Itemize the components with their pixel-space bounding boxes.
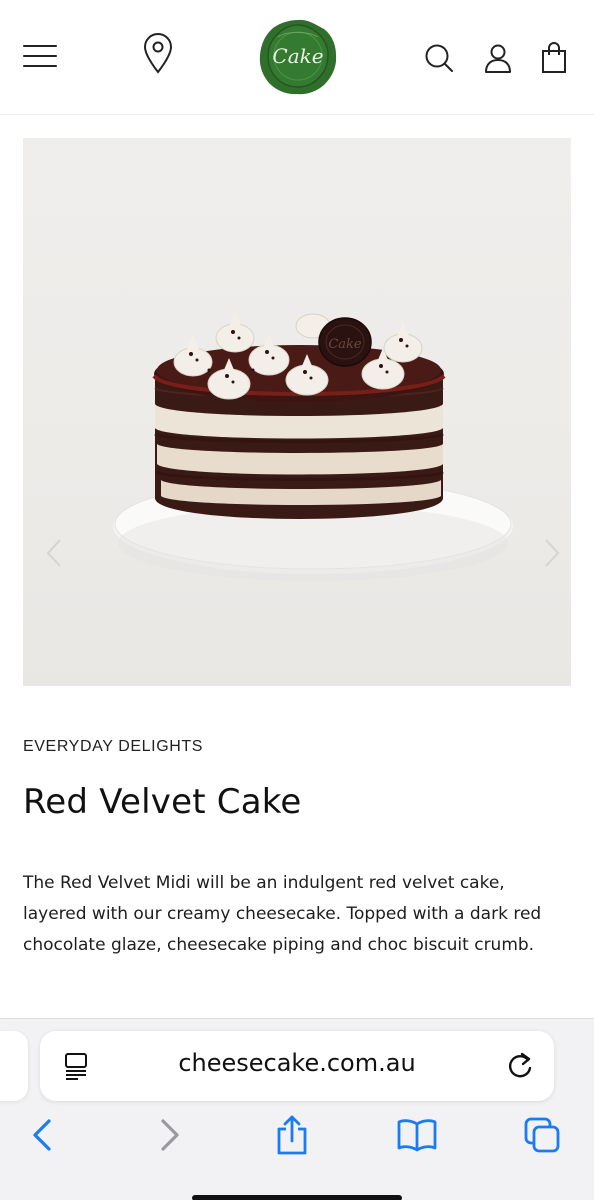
svg-text:Cake: Cake (328, 337, 362, 352)
search-icon (424, 43, 454, 76)
product-description: The Red Velvet Midi will be an indulgent… (23, 873, 542, 955)
svg-text:Cake: Cake (272, 44, 323, 68)
address-bar[interactable]: cheesecake.com.au (40, 1031, 554, 1101)
reload-button[interactable] (502, 1049, 538, 1085)
forward-button[interactable] (146, 1115, 194, 1159)
map-pin-icon (142, 32, 174, 77)
product-title: Red Velvet Cake (23, 782, 302, 822)
back-chevron-icon (31, 1118, 53, 1156)
product-category: EVERYDAY DELIGHTS (23, 738, 204, 755)
browser-chrome: cheesecake.com.au (0, 1018, 594, 1200)
account-button[interactable] (477, 38, 519, 80)
site-header: Cake (0, 0, 594, 115)
shopping-bag-button[interactable] (533, 38, 575, 80)
share-icon (275, 1115, 309, 1159)
carousel-prev-button[interactable] (45, 538, 75, 588)
reader-mode-button[interactable] (58, 1051, 94, 1085)
bookmarks-book-icon (396, 1118, 438, 1156)
forward-chevron-icon (159, 1118, 181, 1156)
reload-icon (506, 1050, 534, 1084)
product-image-carousel[interactable]: Cake (23, 138, 571, 686)
user-icon (484, 43, 512, 76)
store-locator-button[interactable] (137, 30, 179, 78)
reader-mode-icon (62, 1052, 90, 1084)
carousel-next-button[interactable] (543, 538, 571, 588)
previous-tab-preview[interactable] (0, 1031, 28, 1101)
hamburger-menu-icon (22, 42, 58, 73)
red-velvet-cake-photo: Cake (113, 312, 513, 581)
home-indicator (192, 1195, 402, 1200)
tabs-icon (523, 1116, 561, 1158)
search-button[interactable] (418, 38, 460, 80)
share-button[interactable] (268, 1115, 316, 1159)
brand-logo[interactable]: Cake (256, 17, 340, 97)
bookmarks-button[interactable] (393, 1115, 441, 1159)
menu-button[interactable] (18, 37, 62, 77)
tabs-button[interactable] (518, 1115, 566, 1159)
back-button[interactable] (18, 1115, 66, 1159)
url-text[interactable]: cheesecake.com.au (110, 1049, 484, 1077)
shopping-bag-icon (540, 41, 568, 77)
